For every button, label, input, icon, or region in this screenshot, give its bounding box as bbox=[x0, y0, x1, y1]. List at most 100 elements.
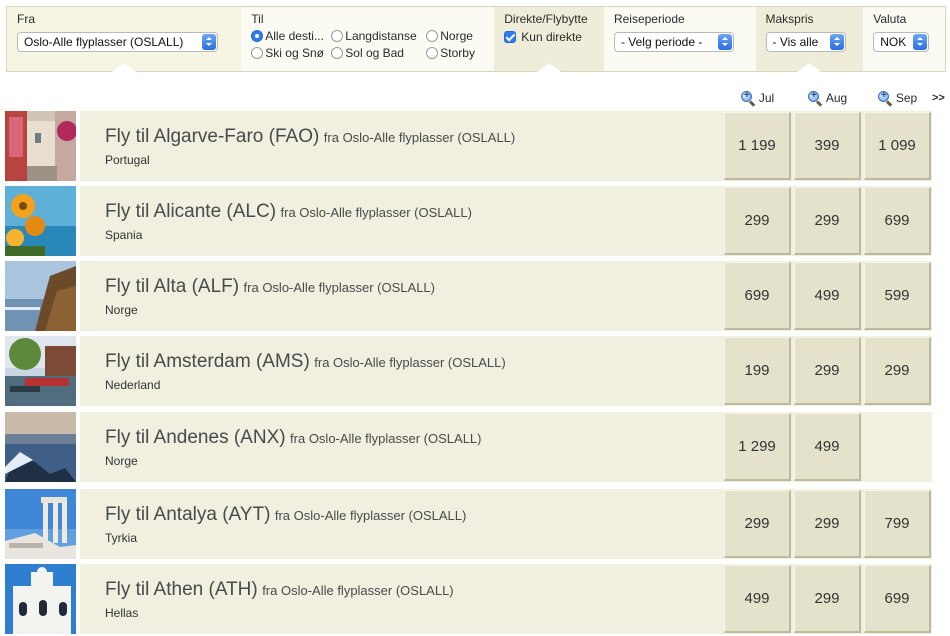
price-jul[interactable]: 1 299 bbox=[724, 413, 791, 481]
destination-info: Fly til Andenes (ANX) fra Oslo-Alle flyp… bbox=[105, 427, 481, 468]
filter-currency-label: Valuta bbox=[873, 12, 907, 26]
price-aug[interactable]: 499 bbox=[794, 413, 861, 481]
price-sep[interactable]: 699 bbox=[864, 565, 931, 633]
maxprice-select[interactable]: - Vis alle bbox=[765, 32, 846, 52]
destination-row[interactable]: Fly til Andenes (ANX) fra Oslo-Alle flyp… bbox=[5, 412, 932, 482]
destination-title[interactable]: Fly til Antalya (AYT) bbox=[105, 504, 270, 525]
destination-row[interactable]: Fly til Algarve-Faro (FAO) fra Oslo-Alle… bbox=[5, 111, 932, 181]
price-jul[interactable]: 299 bbox=[724, 490, 791, 558]
month-label: Sep bbox=[895, 91, 918, 105]
radio-unselected-icon bbox=[426, 30, 439, 42]
price-sep[interactable]: 1 099 bbox=[864, 112, 931, 180]
destination-country: Norge bbox=[105, 454, 138, 468]
radio-label: Ski og Snø bbox=[265, 46, 324, 60]
radio-city[interactable]: Storby bbox=[426, 46, 486, 60]
destination-country: Portugal bbox=[105, 153, 150, 167]
select-arrows-icon bbox=[717, 34, 732, 50]
destination-info: Fly til Antalya (AYT) fra Oslo-Alle flyp… bbox=[105, 504, 466, 545]
maxprice-value: - Vis alle bbox=[772, 35, 819, 49]
price-aug[interactable]: 399 bbox=[794, 112, 861, 180]
destination-row[interactable]: Fly til Antalya (AYT) fra Oslo-Alle flyp… bbox=[5, 489, 932, 559]
month-header-aug[interactable]: Aug bbox=[794, 88, 861, 108]
price-jul[interactable]: 1 199 bbox=[724, 112, 791, 180]
filter-to: Til Alle desti... Langdistanse Norge Ski… bbox=[241, 7, 495, 71]
divider bbox=[76, 489, 80, 559]
month-label: Jul bbox=[758, 91, 775, 105]
price-jul[interactable]: 699 bbox=[724, 262, 791, 330]
destination-row[interactable]: Fly til Alta (ALF) fra Oslo-Alle flyplas… bbox=[5, 261, 932, 331]
radio-unselected-icon bbox=[251, 47, 264, 59]
destination-type-radios: Alle desti... Langdistanse Norge Ski og … bbox=[251, 29, 484, 60]
radio-label: Sol og Bad bbox=[345, 46, 404, 60]
notch bbox=[537, 63, 562, 72]
month-label: Aug bbox=[825, 91, 848, 105]
destination-title[interactable]: Fly til Amsterdam (AMS) bbox=[105, 351, 310, 372]
destination-title[interactable]: Fly til Algarve-Faro (FAO) bbox=[105, 126, 319, 147]
destination-title[interactable]: Fly til Andenes (ANX) bbox=[105, 427, 286, 448]
direct-only-checkbox[interactable]: Kun direkte bbox=[504, 30, 594, 44]
price-aug[interactable]: 299 bbox=[794, 490, 861, 558]
radio-long-distance[interactable]: Langdistanse bbox=[331, 29, 426, 43]
destination-title[interactable]: Fly til Alta (ALF) bbox=[105, 276, 239, 297]
divider bbox=[76, 412, 80, 482]
zoom-in-icon bbox=[877, 90, 893, 107]
notch bbox=[797, 63, 822, 72]
period-select[interactable]: - Velg periode - bbox=[613, 32, 734, 52]
algarve-street-photo bbox=[5, 111, 76, 181]
filter-to-label: Til bbox=[251, 12, 264, 26]
price-aug[interactable]: 299 bbox=[794, 565, 861, 633]
destination-title[interactable]: Fly til Alicante (ALC) bbox=[105, 201, 276, 222]
destination-title[interactable]: Fly til Athen (ATH) bbox=[105, 579, 258, 600]
filter-from: Fra Oslo-Alle flyplasser (OSLALL) bbox=[7, 7, 242, 72]
filter-direct-label: Direkte/Flybytte bbox=[504, 12, 588, 26]
price-sep[interactable]: 299 bbox=[864, 337, 931, 405]
divider bbox=[76, 111, 80, 181]
from-airport-value: Oslo-Alle flyplasser (OSLALL) bbox=[24, 35, 184, 49]
alicante-flowers-sea-photo bbox=[5, 186, 76, 256]
destination-country: Hellas bbox=[105, 606, 139, 620]
andenes-coast-photo bbox=[5, 412, 76, 482]
radio-all-destinations[interactable]: Alle desti... bbox=[251, 29, 331, 43]
divider bbox=[76, 186, 80, 256]
zoom-in-icon bbox=[807, 90, 823, 107]
currency-value: NOK bbox=[880, 35, 907, 49]
price-jul[interactable]: 499 bbox=[724, 565, 791, 633]
origin-text: fra Oslo-Alle flyplasser (OSLALL) bbox=[243, 280, 435, 295]
destination-info: Fly til Amsterdam (AMS) fra Oslo-Alle fl… bbox=[105, 351, 506, 392]
price-aug[interactable]: 299 bbox=[794, 187, 861, 255]
price-aug[interactable]: 299 bbox=[794, 337, 861, 405]
month-header-sep[interactable]: Sep bbox=[864, 88, 931, 108]
price-jul[interactable]: 199 bbox=[724, 337, 791, 405]
destination-row[interactable]: Fly til Amsterdam (AMS) fra Oslo-Alle fl… bbox=[5, 336, 932, 406]
from-airport-select[interactable]: Oslo-Alle flyplasser (OSLALL) bbox=[17, 32, 218, 52]
radio-selected-icon bbox=[251, 30, 264, 42]
radio-sun-beach[interactable]: Sol og Bad bbox=[331, 46, 426, 60]
zoom-in-icon bbox=[740, 90, 756, 107]
radio-label: Norge bbox=[440, 29, 473, 43]
price-sep[interactable]: 599 bbox=[864, 262, 931, 330]
origin-text: fra Oslo-Alle flyplasser (OSLALL) bbox=[314, 355, 506, 370]
radio-norway[interactable]: Norge bbox=[426, 29, 486, 43]
checkbox-checked-icon bbox=[504, 31, 517, 43]
period-value: - Velg periode - bbox=[620, 35, 703, 49]
currency-select[interactable]: NOK bbox=[873, 32, 930, 52]
radio-ski-snow[interactable]: Ski og Snø bbox=[251, 46, 331, 60]
price-jul[interactable]: 299 bbox=[724, 187, 791, 255]
price-sep[interactable]: 699 bbox=[864, 187, 931, 255]
radio-label: Alle desti... bbox=[265, 29, 324, 43]
destination-info: Fly til Athen (ATH) fra Oslo-Alle flypla… bbox=[105, 579, 454, 620]
radio-unselected-icon bbox=[331, 30, 344, 42]
price-aug[interactable]: 499 bbox=[794, 262, 861, 330]
select-arrows-icon bbox=[829, 34, 844, 50]
price-sep[interactable]: 799 bbox=[864, 490, 931, 558]
month-header-jul[interactable]: Jul bbox=[724, 88, 791, 108]
athen-white-church-photo bbox=[5, 564, 76, 634]
destination-country: Norge bbox=[105, 303, 138, 317]
select-arrows-icon bbox=[202, 34, 216, 50]
destination-row[interactable]: Fly til Alicante (ALC) fra Oslo-Alle fly… bbox=[5, 186, 932, 256]
price-sep bbox=[864, 413, 931, 481]
divider bbox=[76, 564, 80, 634]
destination-row[interactable]: Fly til Athen (ATH) fra Oslo-Alle flypla… bbox=[5, 564, 932, 634]
next-months-link[interactable]: >> bbox=[932, 92, 945, 104]
destination-country: Spania bbox=[105, 228, 143, 242]
